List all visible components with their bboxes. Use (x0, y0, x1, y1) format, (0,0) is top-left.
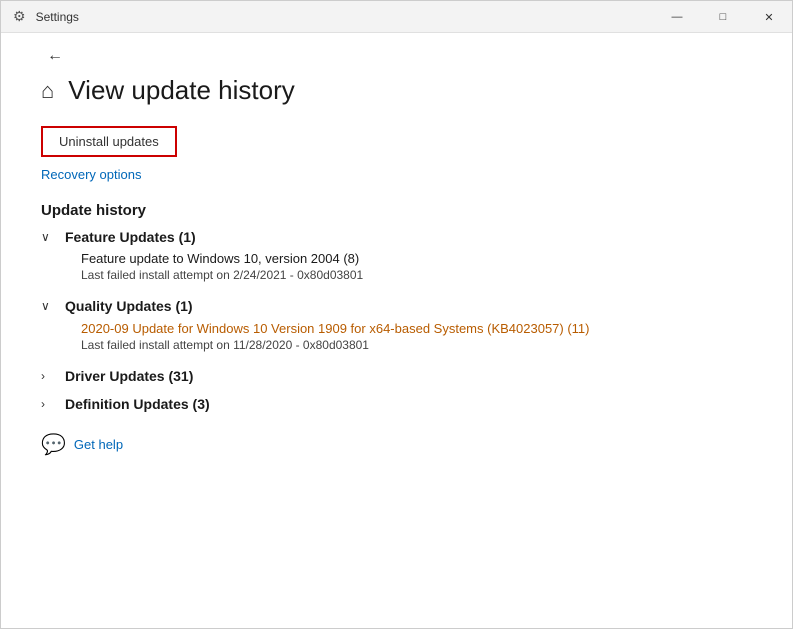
feature-updates-title: Feature Updates (1) (65, 229, 196, 245)
recovery-options-link[interactable]: Recovery options (41, 167, 752, 182)
definition-updates-group[interactable]: › Definition Updates (3) (41, 396, 752, 412)
close-button[interactable]: ✕ (746, 1, 792, 33)
quality-update-detail: Last failed install attempt on 11/28/202… (81, 338, 752, 352)
title-bar: ⚙ Settings — □ ✕ (1, 1, 792, 33)
uninstall-updates-button[interactable]: Uninstall updates (41, 126, 177, 157)
quality-update-link[interactable]: 2020-09 Update for Windows 10 Version 19… (81, 321, 590, 336)
settings-icon: ⚙ (13, 8, 26, 25)
top-nav: ← (41, 33, 752, 67)
feature-updates-group: ∨ Feature Updates (1) Feature update to … (41, 229, 752, 282)
page-title: View update history (68, 75, 294, 106)
page-header: ⌂ View update history (41, 75, 752, 106)
feature-updates-header[interactable]: ∨ Feature Updates (1) (41, 229, 752, 245)
list-item: Feature update to Windows 10, version 20… (81, 251, 752, 282)
chevron-right-icon: › (41, 369, 57, 383)
quality-updates-group: ∨ Quality Updates (1) 2020-09 Update for… (41, 298, 752, 352)
maximize-button[interactable]: □ (700, 1, 746, 33)
chevron-down-icon: ∨ (41, 230, 57, 244)
section-title: Update history (41, 202, 752, 219)
back-button[interactable]: ← (41, 45, 69, 67)
minimize-button[interactable]: — (654, 1, 700, 33)
quality-updates-items: 2020-09 Update for Windows 10 Version 19… (41, 320, 752, 352)
quality-updates-header[interactable]: ∨ Quality Updates (1) (41, 298, 752, 314)
settings-window: ⚙ Settings — □ ✕ ← ⌂ View update history… (0, 0, 793, 629)
chevron-down-icon-2: ∨ (41, 299, 57, 313)
driver-updates-title: Driver Updates (31) (65, 368, 193, 384)
quality-updates-title: Quality Updates (1) (65, 298, 193, 314)
chevron-right-icon-2: › (41, 397, 57, 411)
help-icon: 💬 (41, 432, 66, 457)
content-area: ← ⌂ View update history Uninstall update… (1, 33, 792, 628)
get-help-section: 💬 Get help (41, 432, 752, 457)
title-bar-title: Settings (36, 10, 79, 24)
update-item-detail: Last failed install attempt on 2/24/2021… (81, 268, 752, 282)
main-content: ← ⌂ View update history Uninstall update… (1, 33, 792, 628)
home-icon: ⌂ (41, 78, 54, 104)
update-item-title: Feature update to Windows 10, version 20… (81, 251, 752, 266)
get-help-link[interactable]: Get help (74, 437, 123, 452)
feature-updates-items: Feature update to Windows 10, version 20… (41, 251, 752, 282)
list-item: 2020-09 Update for Windows 10 Version 19… (81, 320, 752, 352)
driver-updates-group[interactable]: › Driver Updates (31) (41, 368, 752, 384)
window-controls: — □ ✕ (654, 1, 792, 32)
title-bar-left: ⚙ Settings (13, 8, 79, 25)
definition-updates-title: Definition Updates (3) (65, 396, 210, 412)
